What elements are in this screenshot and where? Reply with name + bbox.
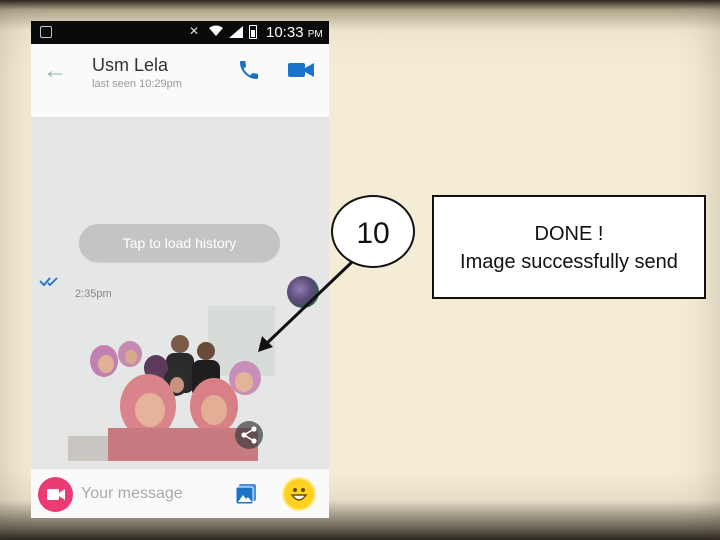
notification-icon xyxy=(40,26,52,38)
gallery-icon[interactable] xyxy=(234,482,258,506)
video-camera-icon[interactable] xyxy=(287,60,315,80)
mute-icon: ✕ xyxy=(189,24,200,38)
emoji-icon[interactable] xyxy=(284,479,314,509)
battery-icon xyxy=(249,25,257,39)
contact-avatar[interactable] xyxy=(287,276,319,308)
instruction-note: DONE ! Image successfully send xyxy=(432,195,706,299)
step-number-callout: 10 xyxy=(331,195,415,268)
last-seen-status: last seen 10:29pm xyxy=(92,78,182,90)
video-message-icon xyxy=(47,489,65,500)
chat-header: ← Usm Lela last seen 10:29pm xyxy=(31,44,329,118)
contact-name[interactable]: Usm Lela xyxy=(92,55,168,76)
status-time: 10:33 PM xyxy=(266,24,323,41)
video-message-button[interactable] xyxy=(38,477,73,512)
message-input-bar xyxy=(31,468,329,518)
share-icon[interactable] xyxy=(235,421,263,449)
phone-screenshot: ✕ 10:33 PM ← Usm Lela last seen 10:29pm … xyxy=(31,21,329,518)
double-check-icon xyxy=(39,277,58,287)
message-input[interactable] xyxy=(81,479,221,509)
load-history-button[interactable]: Tap to load history xyxy=(79,224,280,262)
phone-icon[interactable] xyxy=(237,58,261,82)
note-title: DONE ! xyxy=(534,223,604,245)
status-bar: ✕ 10:33 PM xyxy=(31,21,329,44)
signal-icon xyxy=(229,26,243,38)
wifi-icon xyxy=(209,25,223,36)
back-arrow-icon[interactable]: ← xyxy=(43,59,67,83)
note-text: Image successfully send xyxy=(460,251,678,273)
message-time: 2:35pm xyxy=(75,288,112,300)
chat-area[interactable]: Tap to load history 2:35pm xyxy=(31,118,329,468)
